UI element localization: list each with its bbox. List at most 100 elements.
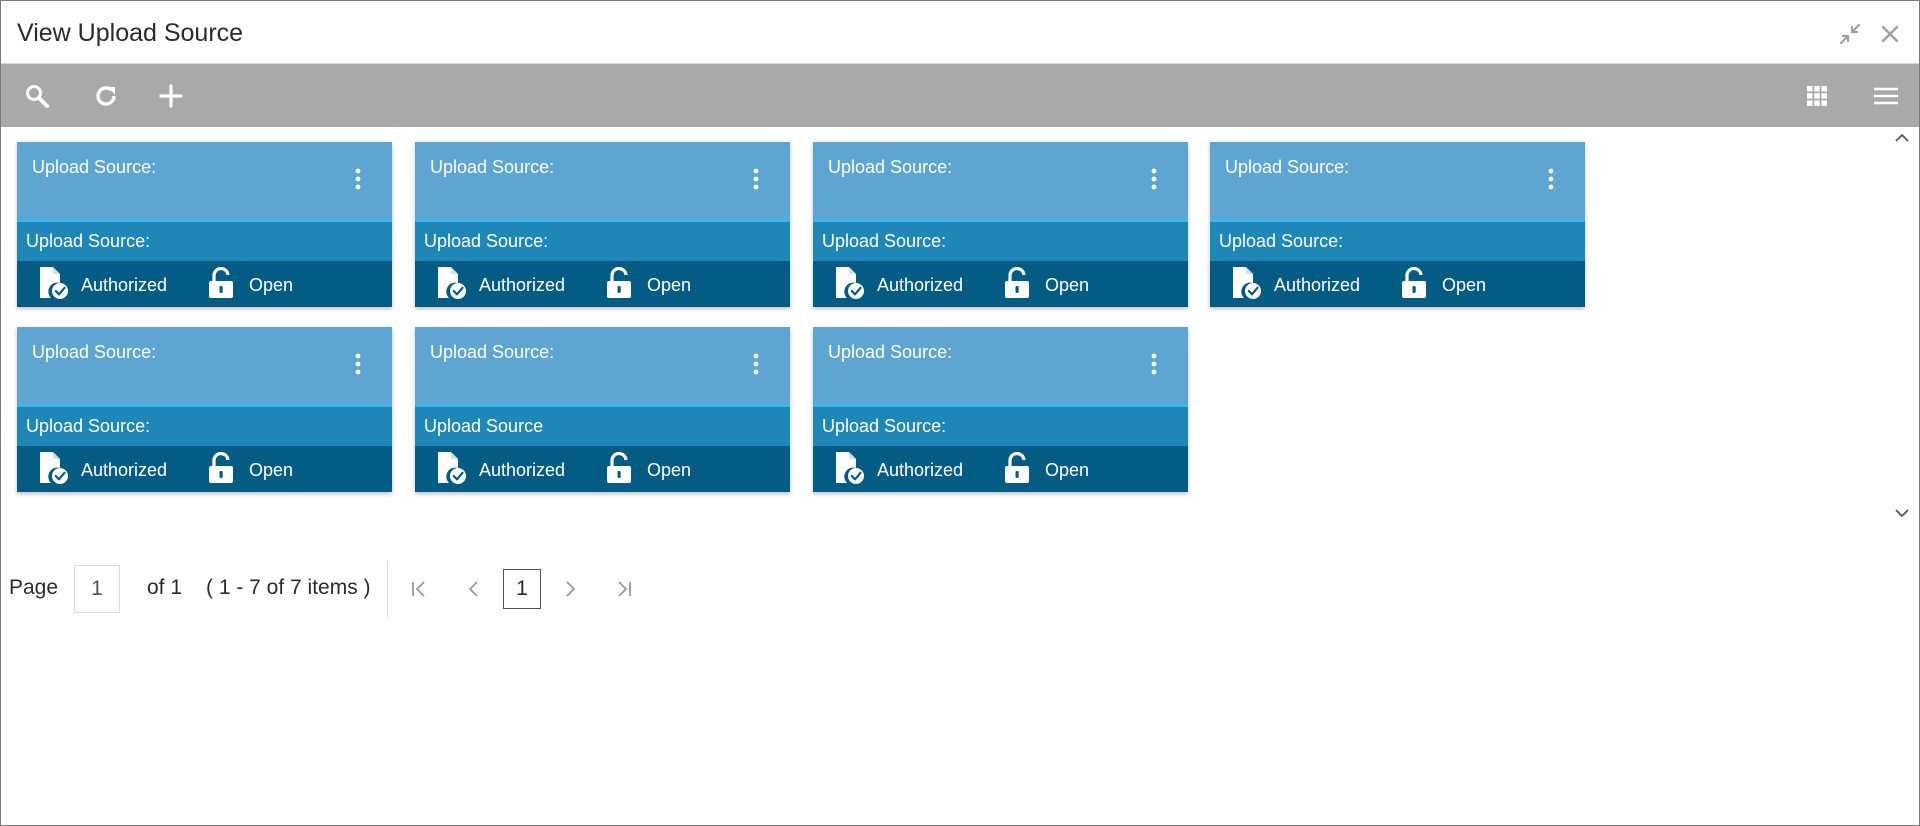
authorized-status: Authorized bbox=[833, 266, 964, 305]
kebab-menu-icon[interactable] bbox=[346, 351, 370, 377]
authorized-status: Authorized bbox=[1230, 266, 1361, 305]
card-subheader-label: Upload Source: bbox=[1219, 231, 1344, 251]
card-header-label: Upload Source: bbox=[1225, 157, 1350, 177]
document-check-icon bbox=[37, 451, 81, 490]
card-header: Upload Source: bbox=[17, 327, 392, 407]
upload-source-card[interactable]: Upload Source: Upload Source: Authorized Op… bbox=[17, 327, 392, 492]
card-subheader-label: Upload Source bbox=[424, 416, 544, 436]
refresh-icon[interactable] bbox=[87, 77, 125, 115]
first-page-icon[interactable] bbox=[404, 573, 434, 605]
card-header-label: Upload Source: bbox=[828, 342, 953, 362]
document-check-icon bbox=[435, 266, 479, 305]
card-header: Upload Source: bbox=[813, 142, 1188, 222]
upload-source-card[interactable]: Upload Source: Upload Source: Authorized Op… bbox=[813, 327, 1188, 492]
authorized-status-label: Authorized bbox=[81, 459, 168, 480]
kebab-menu-icon[interactable] bbox=[1142, 351, 1166, 377]
kebab-menu-icon[interactable] bbox=[744, 166, 768, 192]
next-page-icon[interactable] bbox=[555, 573, 585, 605]
card-header: Upload Source: bbox=[415, 142, 790, 222]
document-check-icon bbox=[435, 451, 479, 490]
card-subheader: Upload Source: bbox=[813, 407, 1188, 446]
unlock-icon bbox=[1003, 266, 1045, 304]
upload-source-card[interactable]: Upload Source: Upload Source: Authorized Op… bbox=[17, 142, 392, 307]
card-subheader: Upload Source: bbox=[17, 222, 392, 261]
card-header: Upload Source: bbox=[415, 327, 790, 407]
card-subheader: Upload Source bbox=[415, 407, 790, 446]
authorized-status-label: Authorized bbox=[81, 274, 168, 295]
kebab-menu-icon[interactable] bbox=[1142, 166, 1166, 192]
unlock-icon bbox=[207, 266, 249, 304]
unlock-icon bbox=[1003, 451, 1045, 489]
card-header: Upload Source: bbox=[1210, 142, 1585, 222]
pager-divider bbox=[387, 561, 388, 617]
view-upload-source-window: View Upload Source Upload Source: Upload … bbox=[0, 0, 1920, 826]
authorized-status-label: Authorized bbox=[479, 459, 566, 480]
card-header-label: Upload Source: bbox=[32, 342, 157, 362]
current-page-button[interactable]: 1 bbox=[503, 569, 541, 609]
scroll-down-icon[interactable] bbox=[1893, 504, 1911, 522]
open-status-label: Open bbox=[249, 459, 294, 480]
open-status: Open bbox=[1400, 266, 1487, 304]
grid-view-icon[interactable] bbox=[1798, 77, 1836, 115]
title-bar: View Upload Source bbox=[1, 1, 1919, 64]
toolbar bbox=[1, 64, 1919, 127]
kebab-menu-icon[interactable] bbox=[1539, 166, 1563, 192]
card-header: Upload Source: bbox=[813, 327, 1188, 407]
upload-source-card[interactable]: Upload Source: Upload Source Authorized Ope… bbox=[415, 327, 790, 492]
page-number-input[interactable] bbox=[74, 565, 120, 613]
add-icon[interactable] bbox=[152, 77, 190, 115]
collapse-icon[interactable] bbox=[1835, 19, 1865, 49]
unlock-icon bbox=[1400, 266, 1442, 304]
upload-source-card[interactable]: Upload Source: Upload Source: Authorized Op… bbox=[813, 142, 1188, 307]
open-status-label: Open bbox=[647, 274, 692, 295]
card-status-bar: Authorized Open bbox=[813, 261, 1188, 307]
card-subheader-label: Upload Source: bbox=[822, 416, 947, 436]
card-subheader: Upload Source: bbox=[415, 222, 790, 261]
card-subheader-label: Upload Source: bbox=[26, 416, 151, 436]
authorized-status: Authorized bbox=[37, 266, 168, 302]
open-status-label: Open bbox=[1045, 459, 1090, 480]
card-status-bar: Authorized Open bbox=[415, 446, 790, 492]
open-status: Open bbox=[207, 451, 294, 487]
authorized-status: Authorized bbox=[435, 451, 566, 490]
open-status-label: Open bbox=[249, 274, 294, 295]
card-status-bar: Authorized Open bbox=[813, 446, 1188, 492]
card-header-label: Upload Source: bbox=[430, 157, 555, 177]
card-header-label: Upload Source: bbox=[430, 342, 555, 362]
kebab-menu-icon[interactable] bbox=[346, 166, 370, 192]
card-status-bar: Authorized Open bbox=[17, 446, 392, 492]
document-check-icon bbox=[1230, 266, 1274, 305]
scroll-up-icon[interactable] bbox=[1893, 129, 1911, 147]
card-header-label: Upload Source: bbox=[828, 157, 953, 177]
last-page-icon[interactable] bbox=[609, 573, 639, 605]
upload-source-card[interactable]: Upload Source: Upload Source: Authorized Op… bbox=[1210, 142, 1585, 307]
page-label: Page bbox=[9, 576, 59, 599]
kebab-menu-icon[interactable] bbox=[744, 351, 768, 377]
authorized-status-label: Authorized bbox=[479, 274, 566, 295]
upload-source-card[interactable]: Upload Source: Upload Source: Authorized Op… bbox=[415, 142, 790, 307]
authorized-status-label: Authorized bbox=[1274, 274, 1361, 295]
document-check-icon bbox=[833, 451, 877, 490]
open-status: Open bbox=[1003, 266, 1089, 304]
open-status: Open bbox=[1003, 451, 1090, 489]
document-check-icon bbox=[833, 266, 877, 305]
authorized-status: Authorized bbox=[435, 266, 566, 305]
pagination-bar: Page of 1 ( 1 - 7 of 7 items ) 1 bbox=[1, 559, 701, 619]
window-title: View Upload Source bbox=[17, 19, 244, 47]
authorized-status: Authorized bbox=[833, 451, 963, 490]
open-status-label: Open bbox=[1442, 274, 1487, 295]
card-subheader-label: Upload Source: bbox=[424, 231, 549, 251]
card-header-label: Upload Source: bbox=[32, 157, 157, 177]
authorized-status: Authorized bbox=[37, 451, 168, 490]
close-icon[interactable] bbox=[1875, 19, 1905, 49]
open-status: Open bbox=[605, 451, 692, 487]
card-grid: Upload Source: Upload Source: Authorized Op… bbox=[1, 128, 1919, 526]
search-icon[interactable] bbox=[18, 77, 56, 115]
authorized-status-label: Authorized bbox=[877, 274, 964, 295]
previous-page-icon[interactable] bbox=[459, 573, 489, 605]
card-status-bar: Authorized Open bbox=[17, 261, 392, 307]
unlock-icon bbox=[605, 266, 647, 304]
list-menu-icon[interactable] bbox=[1867, 77, 1905, 115]
open-status-label: Open bbox=[647, 459, 692, 480]
card-subheader: Upload Source: bbox=[17, 407, 392, 446]
